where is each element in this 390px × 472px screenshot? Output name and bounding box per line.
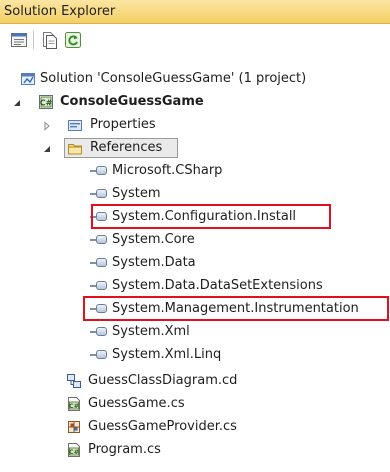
assembly-reference-icon [96, 235, 107, 244]
assembly-reference-icon [96, 166, 107, 175]
assembly-reference-icon [96, 350, 107, 359]
highlight-box [91, 204, 331, 229]
svg-text:C#: C# [69, 448, 79, 456]
tree-node-file[interactable]: GuessGameProvider.cs [0, 416, 390, 438]
assembly-reference-icon [96, 189, 107, 198]
reference-item[interactable]: System.Core [0, 229, 390, 251]
file-label: GuessClassDiagram.cd [88, 373, 238, 388]
panel-title: Solution Explorer [4, 4, 116, 19]
reference-item[interactable]: System.Data [0, 252, 390, 274]
csharp-project-icon: C# [38, 94, 54, 110]
file-label: Program.cs [88, 442, 161, 457]
svg-text:C#: C# [69, 402, 79, 410]
reference-item[interactable]: Microsoft.CSharp [0, 160, 390, 182]
tree-node-solution[interactable]: Solution 'ConsoleGuessGame' (1 project) [0, 68, 390, 90]
assembly-reference-icon [96, 281, 107, 290]
tree-node-file[interactable]: C# Program.cs [0, 439, 390, 461]
expanded-arrow-icon[interactable] [12, 97, 22, 107]
tree-node-properties[interactable]: Properties [0, 114, 390, 136]
tree-node-file[interactable]: C# GuessGame.cs [0, 393, 390, 415]
class-diagram-icon [66, 373, 82, 389]
expanded-arrow-icon[interactable] [42, 143, 52, 153]
refresh-icon[interactable] [64, 31, 82, 49]
show-all-files-icon[interactable] [40, 31, 58, 49]
file-label: GuessGame.cs [88, 396, 185, 411]
component-file-icon [66, 419, 82, 435]
assembly-reference-icon [96, 327, 107, 336]
reference-item[interactable]: System.Data.DataSetExtensions [0, 275, 390, 297]
reference-label: System.Data.DataSetExtensions [112, 278, 323, 293]
reference-label: System [112, 186, 161, 201]
references-folder-icon [67, 140, 83, 156]
reference-label: Microsoft.CSharp [112, 163, 223, 178]
reference-item[interactable]: System [0, 183, 390, 205]
svg-text:C#: C# [40, 99, 53, 108]
toolbar-separator [33, 31, 34, 49]
references-label: References [90, 140, 163, 155]
properties-icon[interactable] [10, 31, 28, 49]
csharp-file-icon: C# [66, 442, 82, 458]
solution-icon [20, 71, 36, 87]
tree-node-file[interactable]: GuessClassDiagram.cd [0, 370, 390, 392]
tree-node-references[interactable]: References [0, 137, 390, 159]
solution-label: Solution 'ConsoleGuessGame' (1 project) [40, 71, 307, 86]
file-label: GuessGameProvider.cs [88, 419, 237, 434]
properties-label: Properties [90, 117, 156, 132]
reference-label: System.Core [112, 232, 195, 247]
collapsed-arrow-icon[interactable] [42, 120, 52, 131]
reference-item[interactable]: System.Xml [0, 321, 390, 343]
tree-node-project[interactable]: C# ConsoleGuessGame [0, 91, 390, 113]
properties-folder-icon [67, 117, 83, 133]
csharp-file-icon: C# [66, 396, 82, 412]
reference-label: System.Xml [112, 324, 190, 339]
reference-label: System.Xml.Linq [112, 347, 222, 362]
reference-label: System.Data [112, 255, 196, 270]
assembly-reference-icon [96, 258, 107, 267]
project-label: ConsoleGuessGame [60, 94, 204, 109]
solution-explorer-titlebar: Solution Explorer [0, 0, 390, 24]
highlight-box [83, 296, 389, 321]
reference-item[interactable]: System.Xml.Linq [0, 344, 390, 366]
solution-explorer-toolbar [0, 24, 390, 56]
